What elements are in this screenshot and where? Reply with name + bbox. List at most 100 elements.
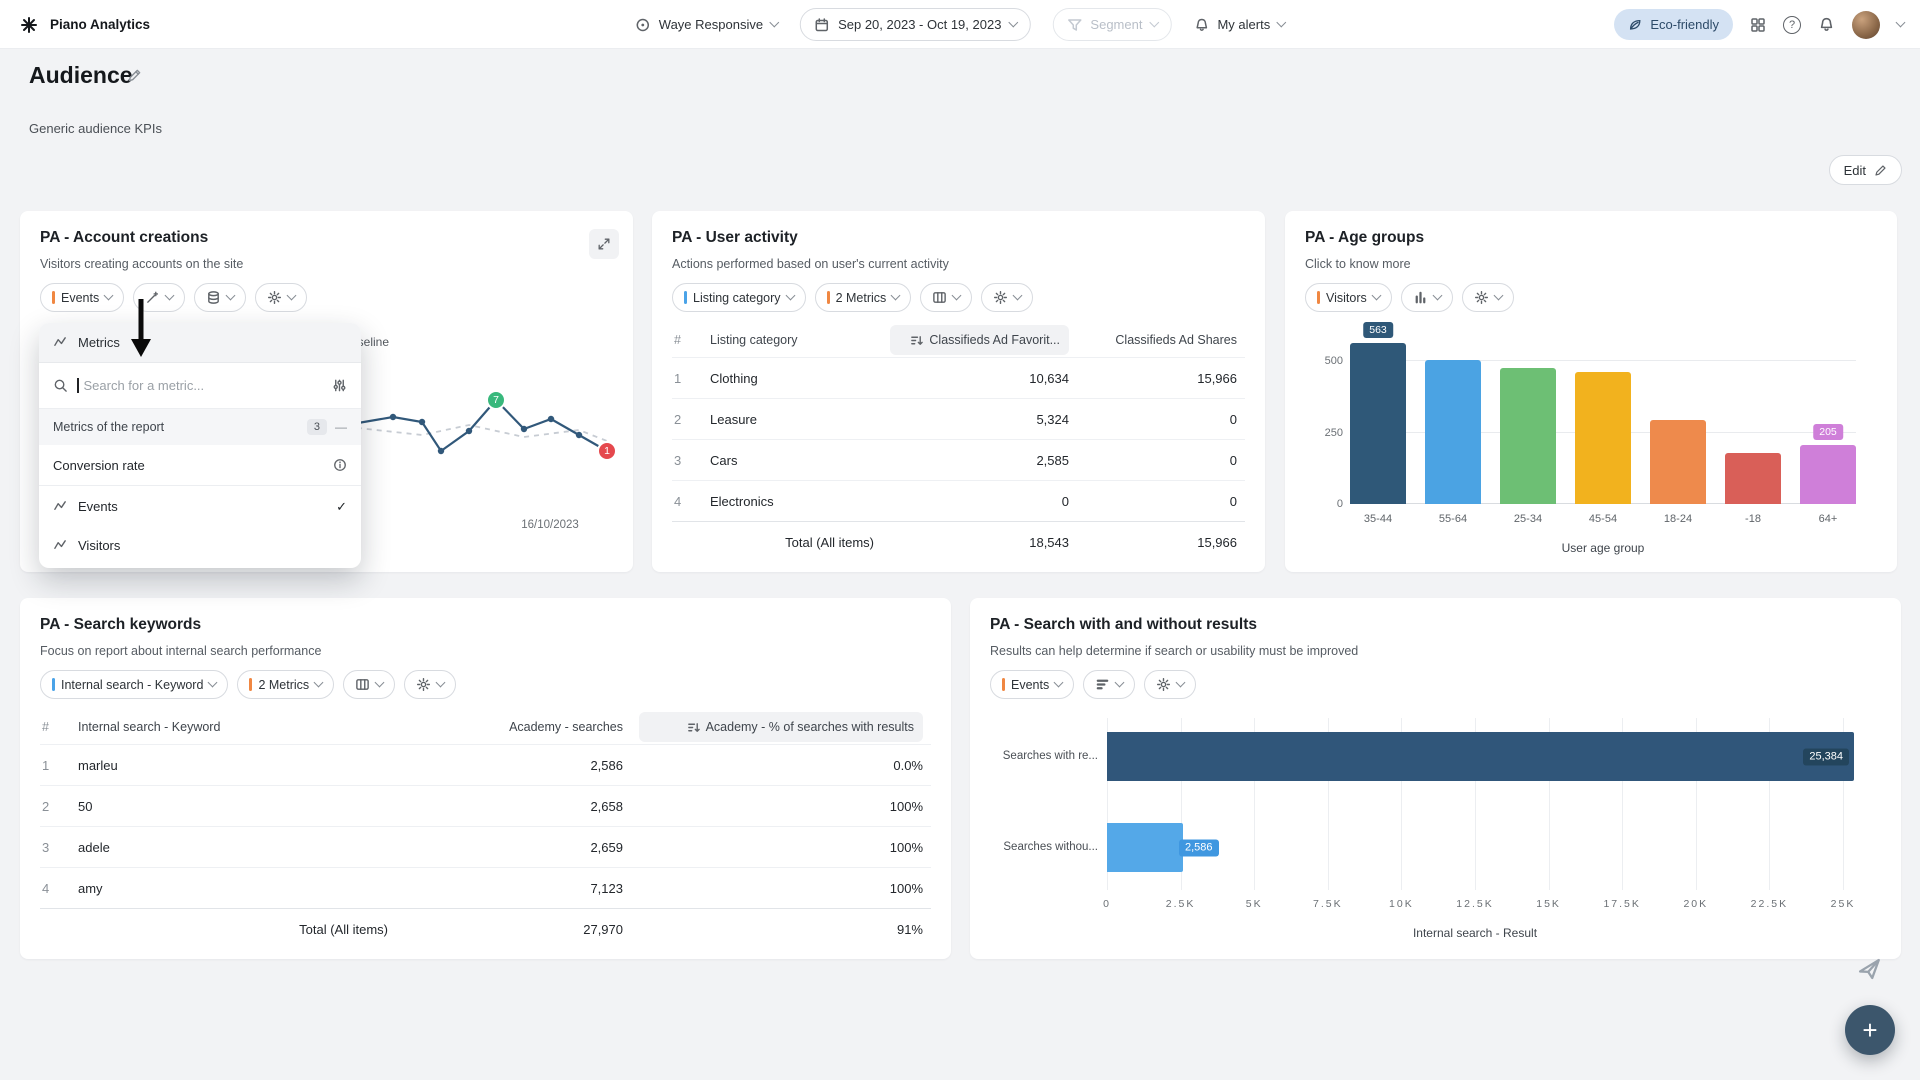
age-col[interactable]: [1575, 339, 1631, 504]
table-row[interactable]: 4 amy 7,123 100%: [40, 867, 931, 908]
chip-settings[interactable]: [1144, 670, 1196, 699]
column-header-sorted[interactable]: Classifieds Ad Favorit...: [882, 323, 1077, 357]
age-bar[interactable]: [1350, 343, 1406, 504]
database-icon: [206, 290, 221, 305]
segment-selector[interactable]: Segment: [1052, 8, 1171, 41]
column-header[interactable]: Internal search - Keyword: [70, 710, 396, 744]
menu-item-events[interactable]: Events ✓: [39, 486, 361, 527]
help-icon[interactable]: ?: [1783, 16, 1801, 34]
column-header[interactable]: #: [672, 323, 702, 357]
chip-settings[interactable]: [981, 283, 1033, 312]
chevron-down-icon: [1432, 291, 1442, 301]
age-bar[interactable]: [1575, 372, 1631, 504]
horizontal-bars-icon: [1095, 677, 1110, 692]
table-cell: 0: [1077, 399, 1245, 439]
gear-icon: [1156, 677, 1171, 692]
chip-metrics-count[interactable]: 2 Metrics: [815, 283, 912, 312]
line-point-badge[interactable]: 1: [597, 441, 617, 461]
age-col[interactable]: [1500, 339, 1556, 504]
chip-metric-events[interactable]: Events: [990, 670, 1074, 699]
chip-dimension-keyword[interactable]: Internal search - Keyword: [40, 670, 228, 699]
chevron-down-icon: [785, 291, 795, 301]
card-title: PA - Account creations: [40, 229, 208, 247]
date-range-picker[interactable]: Sep 20, 2023 - Oct 19, 2023: [800, 8, 1030, 41]
table-cell: 0: [882, 481, 1077, 521]
gear-icon: [1474, 290, 1489, 305]
card-title: PA - Age groups: [1305, 229, 1424, 247]
table-row[interactable]: 4 Electronics 0 0: [672, 480, 1245, 521]
column-header[interactable]: Academy - searches: [396, 710, 631, 744]
age-col[interactable]: 563: [1350, 339, 1406, 504]
chip-settings[interactable]: [255, 283, 307, 312]
chip-display-bar-chart[interactable]: [1401, 283, 1453, 312]
age-bar[interactable]: [1650, 420, 1706, 504]
expand-card-button[interactable]: [589, 229, 619, 259]
age-col[interactable]: [1425, 339, 1481, 504]
site-selector[interactable]: Waye Responsive: [635, 17, 778, 33]
chevron-down-icon: [952, 291, 962, 301]
metrics-of-report-section[interactable]: Metrics of the report 3 —: [39, 409, 361, 445]
total-value: 27,970: [396, 909, 631, 949]
chip-display-table[interactable]: [343, 670, 395, 699]
metric-search-input[interactable]: [82, 377, 324, 394]
age-bar[interactable]: [1500, 368, 1556, 504]
gear-icon: [267, 290, 282, 305]
table-row[interactable]: 3 adele 2,659 100%: [40, 826, 931, 867]
table-total-row: Total (All items) 27,970 91%: [40, 908, 931, 949]
chevron-down-icon: [1054, 678, 1064, 688]
card-user-activity: PA - User activity Actions performed bas…: [652, 211, 1265, 572]
column-header[interactable]: Classifieds Ad Shares: [1077, 323, 1245, 357]
my-alerts-menu[interactable]: My alerts: [1193, 17, 1285, 33]
bar-category-label: Searches withou...: [988, 841, 1098, 853]
chip-metric-events[interactable]: Events: [40, 283, 124, 312]
collapse-minus-icon[interactable]: —: [335, 420, 347, 434]
table-row[interactable]: 2 Leasure 5,324 0: [672, 398, 1245, 439]
filter-sliders-icon[interactable]: [332, 378, 347, 393]
eco-friendly-badge[interactable]: Eco-friendly: [1614, 9, 1733, 40]
table-row[interactable]: 1 Clothing 10,634 15,966: [672, 357, 1245, 398]
add-widget-fab[interactable]: +: [1845, 1005, 1895, 1055]
age-col[interactable]: [1650, 339, 1706, 504]
sort-descending-icon: [910, 334, 923, 347]
result-bar[interactable]: 25,384: [1107, 732, 1854, 781]
table-cell: 15,966: [1077, 358, 1245, 398]
table-row[interactable]: 1 marleu 2,586 0.0%: [40, 744, 931, 785]
rename-dashboard-pencil-icon[interactable]: [127, 68, 142, 83]
age-bar[interactable]: [1725, 453, 1781, 504]
chip-metrics-count[interactable]: 2 Metrics: [237, 670, 334, 699]
column-header-sorted[interactable]: Academy - % of searches with results: [631, 710, 931, 744]
column-header[interactable]: #: [40, 710, 70, 744]
chip-dimension-listing-category[interactable]: Listing category: [672, 283, 806, 312]
user-avatar[interactable]: [1852, 11, 1880, 39]
menu-item-visitors[interactable]: Visitors: [39, 527, 361, 568]
piano-logo-icon[interactable]: [20, 16, 38, 34]
chevron-down-icon: [104, 291, 114, 301]
age-bar[interactable]: [1425, 360, 1481, 504]
column-header[interactable]: Listing category: [702, 323, 882, 357]
apps-grid-icon[interactable]: [1750, 17, 1766, 33]
age-bar[interactable]: [1800, 445, 1856, 504]
card-subtitle: Actions performed based on user's curren…: [672, 257, 949, 271]
table-row[interactable]: 3 Cars 2,585 0: [672, 439, 1245, 480]
notifications-bell-icon[interactable]: [1818, 16, 1835, 33]
table-row[interactable]: 2 50 2,658 100%: [40, 785, 931, 826]
menu-item-conversion-rate[interactable]: Conversion rate: [39, 445, 361, 486]
table-cell: amy: [70, 868, 396, 908]
info-icon[interactable]: [333, 458, 347, 472]
age-col[interactable]: [1725, 339, 1781, 504]
chip-display-table[interactable]: [920, 283, 972, 312]
result-bar[interactable]: 2,586: [1107, 823, 1183, 872]
chip-data-source[interactable]: [194, 283, 246, 312]
line-point-badge[interactable]: 7: [486, 390, 506, 410]
edit-dashboard-button[interactable]: Edit: [1829, 155, 1902, 185]
chip-settings[interactable]: [404, 670, 456, 699]
chip-metric-visitors[interactable]: Visitors: [1305, 283, 1392, 312]
age-col[interactable]: 205: [1800, 339, 1856, 504]
table-cell: 5,324: [882, 399, 1077, 439]
chevron-down-icon[interactable]: [1896, 18, 1906, 28]
table-cell: 100%: [631, 868, 931, 908]
bell-icon: [1193, 17, 1209, 33]
chip-settings[interactable]: [1462, 283, 1514, 312]
ai-assistant-button[interactable]: [1856, 956, 1882, 982]
chip-display-horizontal-bars[interactable]: [1083, 670, 1135, 699]
